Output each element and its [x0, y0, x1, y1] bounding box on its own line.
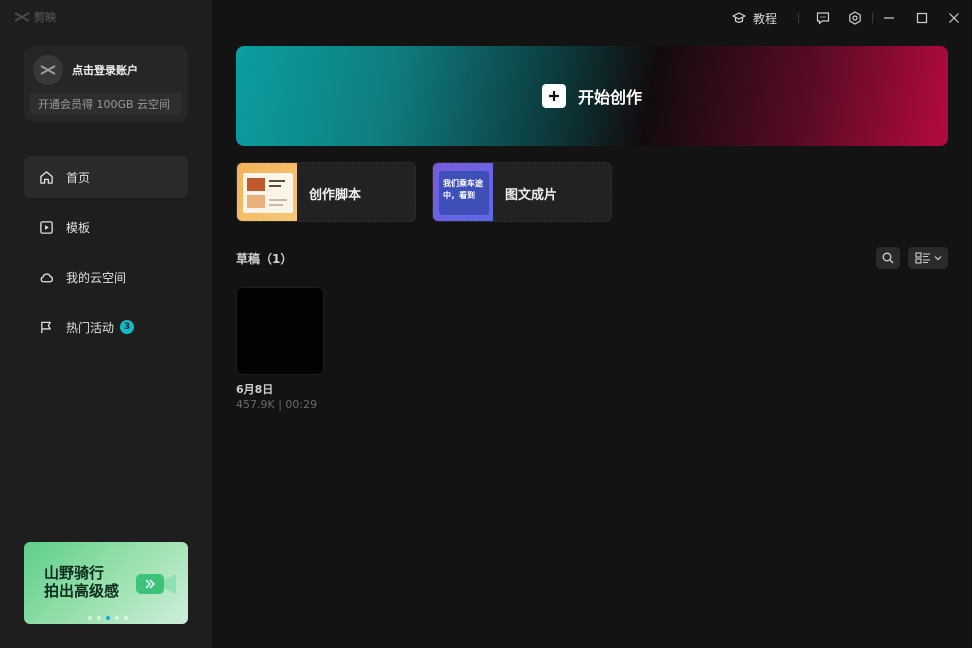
promo-pagination[interactable] — [88, 616, 128, 620]
camera-icon — [136, 574, 176, 594]
main-area: 教程 开始创作 创作脚本 我们乘车途中，看到 图文成片 草稿（1） 6月8日 4… — [212, 0, 972, 648]
promo-dot[interactable] — [124, 616, 128, 620]
drafts-heading: 草稿（1） — [236, 252, 293, 266]
sidebar-item-label: 热门活动 — [66, 320, 115, 335]
close-icon[interactable] — [947, 11, 961, 25]
login-link[interactable]: 点击登录账户 — [72, 62, 138, 78]
graduation-cap-icon — [732, 12, 746, 23]
view-mode-toggle[interactable] — [908, 247, 948, 269]
sidebar-item-home[interactable]: 首页 — [24, 156, 188, 198]
sidebar-item-label: 我的云空间 — [66, 270, 127, 285]
avatar[interactable] — [33, 55, 63, 85]
sidebar-item-label: 首页 — [66, 170, 91, 185]
promo-dot-active[interactable] — [106, 616, 110, 620]
app-logo: 剪映 — [14, 9, 56, 25]
start-creation-label: 开始创作 — [577, 88, 642, 107]
plus-icon — [541, 84, 566, 108]
cloud-icon — [40, 272, 54, 282]
draft-search-button[interactable] — [876, 247, 900, 269]
events-badge: 3 — [120, 320, 135, 334]
grid-view-icon — [914, 252, 930, 264]
promo-text: 山野骑行 拍出高级感 — [44, 564, 119, 600]
capcut-logo-icon — [14, 12, 30, 22]
text-to-video-thumbnail: 我们乘车途中，看到 — [433, 163, 493, 221]
template-icon — [40, 220, 53, 234]
minimize-icon[interactable] — [882, 11, 896, 25]
toolbar-divider — [872, 13, 873, 23]
promo-banner[interactable]: 山野骑行 拍出高级感 — [24, 542, 188, 624]
tutorial-button[interactable]: 教程 — [732, 8, 777, 28]
text-to-video-card[interactable]: 我们乘车途中，看到 图文成片 — [432, 162, 612, 222]
capcut-logo-icon — [40, 65, 56, 75]
sidebar-item-events[interactable]: 热门活动 3 — [24, 306, 188, 348]
sidebar-item-label: 模板 — [66, 220, 91, 235]
create-script-label: 创作脚本 — [309, 188, 362, 203]
promo-line-2: 拍出高级感 — [44, 582, 120, 600]
chevron-down-icon — [934, 256, 941, 261]
promo-dot[interactable] — [97, 616, 101, 620]
search-icon — [882, 252, 894, 264]
app-name: 剪映 — [34, 11, 56, 24]
start-creation-button[interactable]: 开始创作 — [236, 46, 948, 146]
promo-dot[interactable] — [88, 616, 92, 620]
maximize-icon[interactable] — [915, 11, 929, 25]
settings-icon[interactable] — [848, 11, 862, 25]
sidebar-item-cloud[interactable]: 我的云空间 — [24, 256, 188, 298]
thumbnail-caption: 我们乘车途中，看到 — [439, 171, 489, 215]
draft-title[interactable]: 6月8日 — [236, 381, 273, 397]
sidebar: 剪映 点击登录账户 开通会员得 100GB 云空间 首页 模板 我的云空间 热门… — [0, 0, 212, 648]
promo-dot[interactable] — [115, 616, 119, 620]
flag-icon — [41, 321, 51, 333]
promo-line-1: 山野骑行 — [44, 564, 105, 582]
toolbar-divider — [798, 13, 799, 23]
home-icon — [40, 170, 53, 184]
vip-button[interactable]: 开通会员得 100GB 云空间 — [30, 93, 182, 115]
script-thumbnail — [237, 163, 297, 221]
text-to-video-label: 图文成片 — [505, 188, 558, 203]
feedback-icon[interactable] — [816, 11, 830, 25]
draft-meta: 457.9K | 00:29 — [236, 398, 318, 411]
sidebar-item-templates[interactable]: 模板 — [24, 206, 188, 248]
tutorial-label: 教程 — [753, 11, 778, 26]
create-script-card[interactable]: 创作脚本 — [236, 162, 416, 222]
draft-thumbnail[interactable] — [236, 287, 324, 375]
account-card[interactable]: 点击登录账户 开通会员得 100GB 云空间 — [24, 46, 188, 122]
